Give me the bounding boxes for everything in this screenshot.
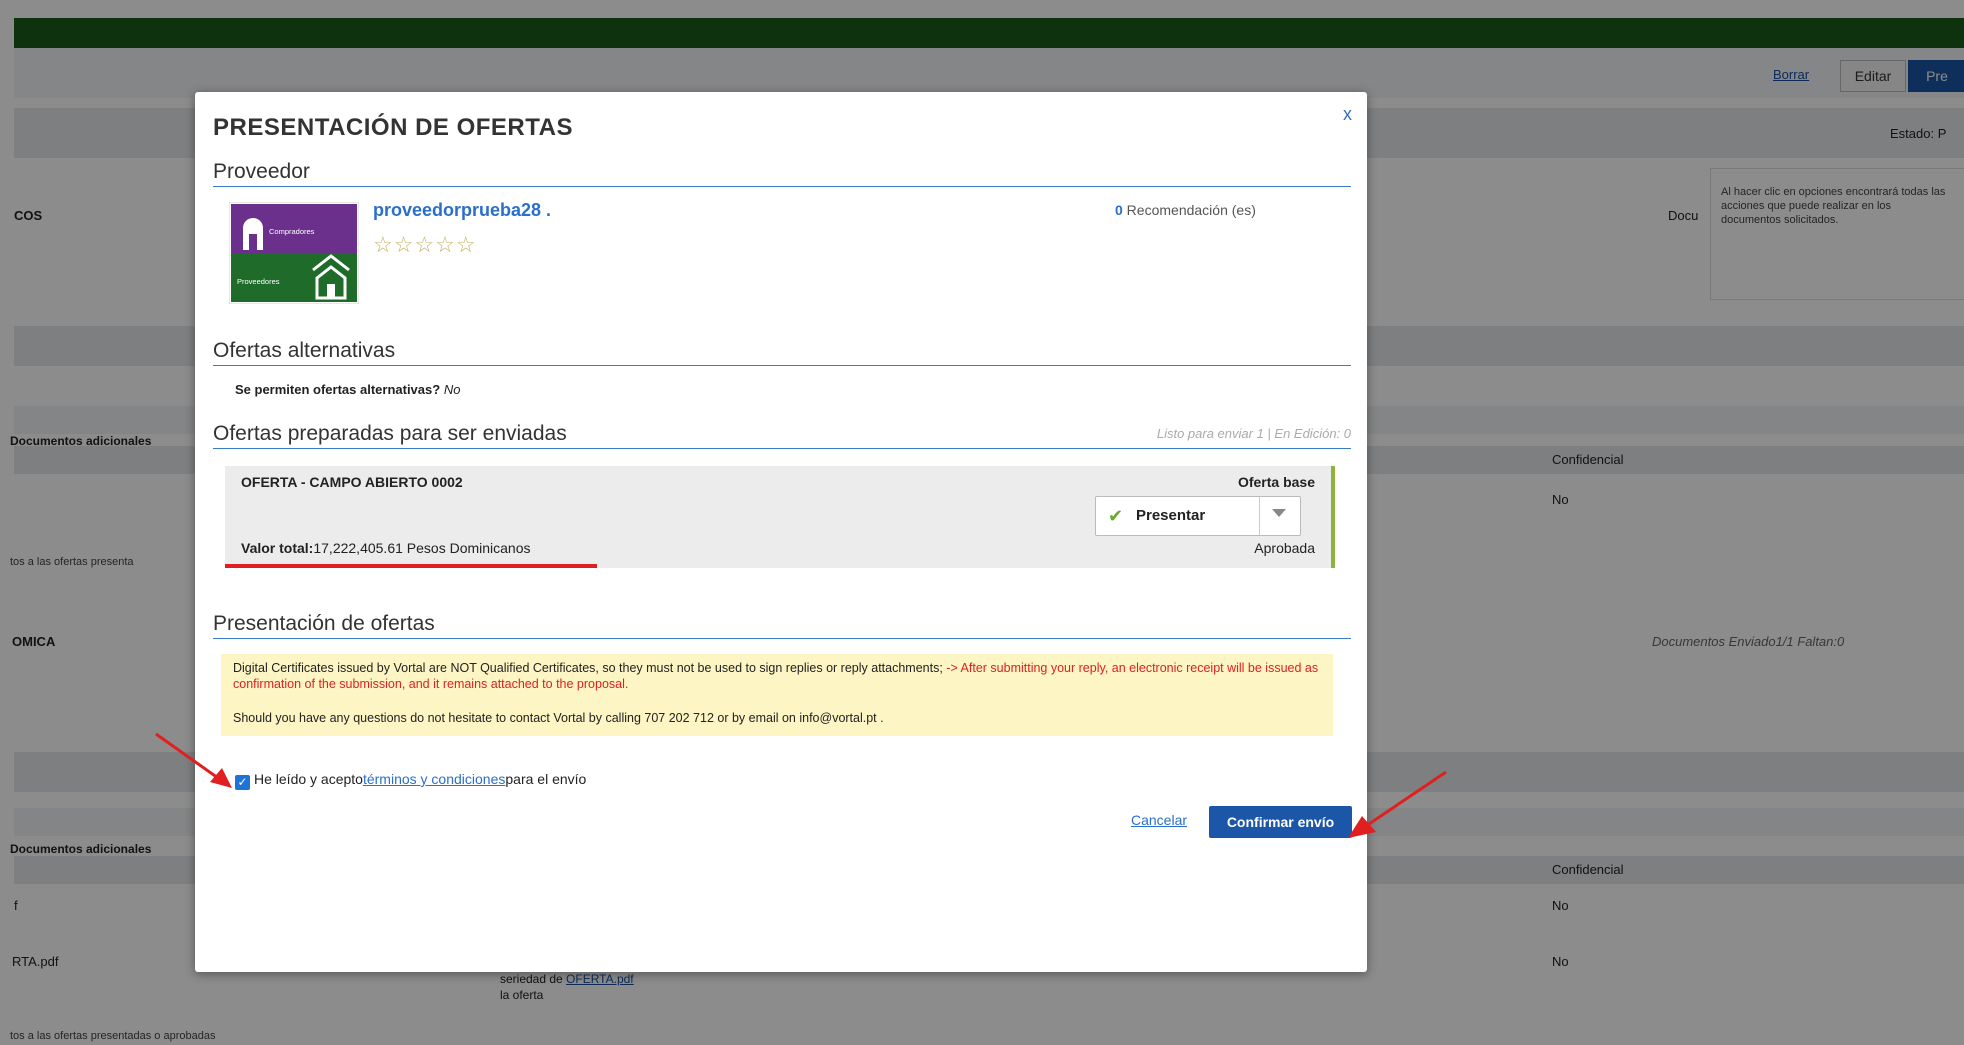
recommendations[interactable]: 0 Recomendación (es) bbox=[1115, 202, 1256, 218]
supplier-heading: Proveedor bbox=[213, 160, 1351, 187]
agree-text-before: He leído y acepto bbox=[254, 771, 363, 787]
annotation-arrow-checkbox bbox=[155, 732, 232, 788]
alternatives-heading: Ofertas alternativas bbox=[213, 339, 1351, 366]
supplier-name-link[interactable]: proveedorprueba28 . bbox=[373, 200, 551, 221]
alternatives-answer: No bbox=[443, 382, 461, 397]
offer-type: Oferta base bbox=[1237, 474, 1315, 490]
logo-bottom-label: Proveedores bbox=[237, 277, 280, 286]
modal-title: PRESENTACIÓN DE OFERTAS bbox=[213, 114, 573, 141]
logo-top-label: Compradores bbox=[269, 227, 315, 236]
rating-stars-icon[interactable]: ☆☆☆☆☆ bbox=[373, 232, 477, 258]
certificate-notice: Digital Certificates issued by Vortal ar… bbox=[221, 654, 1333, 736]
alternatives-line: Se permiten ofertas alternativas? No bbox=[235, 382, 460, 397]
offer-submission-modal: PRESENTACIÓN DE OFERTAS x Proveedor Comp… bbox=[195, 92, 1367, 972]
dropdown-separator bbox=[1259, 497, 1260, 535]
offer-value-label: Valor total: bbox=[241, 540, 314, 556]
notice-main: Digital Certificates issued by Vortal ar… bbox=[233, 660, 1321, 692]
notice-text: Digital Certificates issued by Vortal ar… bbox=[233, 661, 943, 675]
confirm-submit-button[interactable]: Confirmar envío bbox=[1209, 806, 1352, 838]
offer-card: OFERTA - CAMPO ABIERTO 0002 Oferta base … bbox=[225, 466, 1335, 568]
agree-text-after: para el envío bbox=[505, 771, 587, 787]
offer-total-value: Valor total:17,222,405.61 Pesos Dominica… bbox=[241, 540, 531, 556]
offer-status: Aprobada bbox=[1254, 540, 1315, 556]
prepared-offers-status: Listo para enviar 1 | En Edición: 0 bbox=[1156, 426, 1351, 441]
annotation-underline bbox=[225, 564, 597, 568]
notice-contact: Should you have any questions do not hes… bbox=[233, 711, 884, 725]
recommendations-count: 0 bbox=[1115, 202, 1123, 218]
recommendations-label: Recomendación (es) bbox=[1122, 202, 1256, 218]
offer-title: OFERTA - CAMPO ABIERTO 0002 bbox=[241, 474, 463, 490]
cancel-link[interactable]: Cancelar bbox=[1131, 812, 1187, 828]
close-icon[interactable]: x bbox=[1343, 104, 1352, 125]
terms-link[interactable]: términos y condiciones bbox=[363, 771, 505, 787]
submission-heading: Presentación de ofertas bbox=[213, 612, 1351, 639]
offer-value-amount: 17,222,405.61 Pesos Dominicanos bbox=[313, 540, 531, 556]
terms-agreement: ✓ He leído y aceptotérminos y condiciones… bbox=[235, 771, 586, 790]
supplier-logo: Compradores Proveedores bbox=[229, 202, 359, 304]
alternatives-question: Se permiten ofertas alternativas? bbox=[235, 382, 441, 397]
chevron-down-icon[interactable] bbox=[1272, 509, 1286, 517]
present-dropdown[interactable]: ✔ Presentar bbox=[1095, 496, 1301, 536]
annotation-arrow-confirm bbox=[1348, 770, 1447, 838]
checkmark-icon: ✔ bbox=[1108, 506, 1124, 526]
present-dropdown-label: Presentar bbox=[1136, 507, 1206, 524]
